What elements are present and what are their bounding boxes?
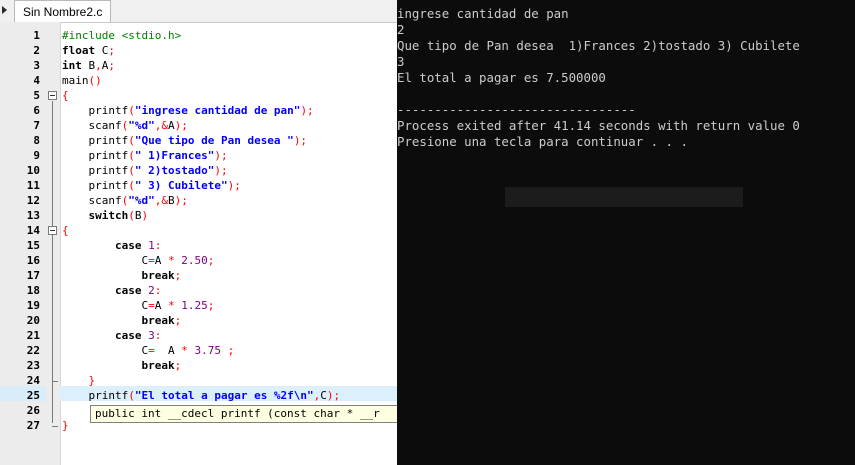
console-line: Que tipo de Pan desea 1)Frances 2)tostad… <box>397 38 800 53</box>
line-number: 25 <box>26 389 40 402</box>
file-tab[interactable]: Sin Nombre2.c <box>14 0 112 22</box>
code-line[interactable]: { <box>62 88 69 103</box>
code-line[interactable]: printf("ingrese cantidad de pan"); <box>62 103 313 118</box>
line-number: 20 <box>26 314 40 327</box>
function-signature-tooltip: public int __cdecl printf (const char * … <box>90 405 397 423</box>
line-number: 12 <box>26 194 40 207</box>
line-number: 24 <box>26 374 40 387</box>
fold-end-marker <box>52 381 58 382</box>
code-line[interactable]: printf(" 3) Cubilete"); <box>62 178 240 193</box>
line-number: 27 <box>26 419 40 432</box>
faded-overlay-box <box>505 187 743 207</box>
line-number: 2 <box>33 44 40 57</box>
line-number: 14 <box>26 224 40 237</box>
code-line[interactable]: C=A * 2.50; <box>62 253 214 268</box>
code-line[interactable]: } <box>62 373 96 388</box>
code-line[interactable]: printf("Que tipo de Pan desea "); <box>62 133 307 148</box>
code-line[interactable]: #include <stdio.h> <box>62 28 181 43</box>
line-number: 10 <box>26 164 40 177</box>
line-number: 8 <box>33 134 40 147</box>
code-line[interactable]: { <box>62 223 69 238</box>
fold-end-marker <box>52 426 58 427</box>
line-number: 17 <box>26 269 40 282</box>
line-number: 18 <box>26 284 40 297</box>
console-line: Presione una tecla para continuar . . . <box>397 134 688 149</box>
code-fold-strip <box>46 22 61 465</box>
line-number: 3 <box>33 59 40 72</box>
console-line: 3 <box>397 54 405 69</box>
line-number: 6 <box>33 104 40 117</box>
code-line[interactable]: printf(" 2)tostado"); <box>62 163 227 178</box>
tab-scroll-arrow-icon[interactable] <box>2 6 7 14</box>
console-line: Process exited after 41.14 seconds with … <box>397 118 800 133</box>
console-line: 2 <box>397 22 405 37</box>
code-line[interactable]: case 3: <box>62 328 161 343</box>
line-number: 11 <box>26 179 40 192</box>
fold-collapse-icon[interactable] <box>48 91 57 100</box>
console-line: El total a pagar es 7.500000 <box>397 70 606 85</box>
code-line[interactable]: float C; <box>62 43 115 58</box>
code-line[interactable]: switch(B) <box>62 208 149 223</box>
line-number: 15 <box>26 239 40 252</box>
code-line[interactable]: main() <box>62 73 102 88</box>
line-number: 13 <box>26 209 40 222</box>
line-number: 7 <box>33 119 40 132</box>
code-line[interactable]: break; <box>62 268 181 283</box>
console-window[interactable]: ingrese cantidad de pan 2 Que tipo de Pan … <box>397 0 855 465</box>
code-line[interactable]: C=A * 1.25; <box>62 298 214 313</box>
console-line: ingrese cantidad de pan <box>397 6 569 21</box>
code-editor[interactable]: Sin Nombre2.c 1 #include <stdio.h> 2 float … <box>0 0 397 465</box>
code-line[interactable]: case 1: <box>62 238 161 253</box>
code-line[interactable]: C= A * 3.75 ; <box>62 343 234 358</box>
code-line[interactable]: break; <box>62 358 181 373</box>
fold-collapse-icon[interactable] <box>48 226 57 235</box>
code-line[interactable]: case 2: <box>62 283 161 298</box>
console-line: -------------------------------- <box>397 102 636 117</box>
code-line[interactable]: int B,A; <box>62 58 115 73</box>
line-number: 23 <box>26 359 40 372</box>
line-number: 26 <box>26 404 40 417</box>
line-number: 4 <box>33 74 40 87</box>
code-line[interactable]: break; <box>62 313 181 328</box>
code-line[interactable]: scanf("%d",&A); <box>62 118 187 133</box>
code-line[interactable]: printf("El total a pagar es %2f\n",C); <box>62 388 340 403</box>
code-line[interactable]: scanf("%d",&B); <box>62 193 187 208</box>
line-number: 1 <box>33 29 40 42</box>
line-number: 9 <box>33 149 40 162</box>
line-number: 5 <box>33 89 40 102</box>
code-line[interactable]: printf(" 1)Frances"); <box>62 148 227 163</box>
line-number: 19 <box>26 299 40 312</box>
fold-guide-line <box>52 101 53 423</box>
line-number: 21 <box>26 329 40 342</box>
line-number: 16 <box>26 254 40 267</box>
code-line[interactable]: } <box>62 418 69 433</box>
line-number: 22 <box>26 344 40 357</box>
editor-tab-bar: Sin Nombre2.c <box>0 0 397 23</box>
